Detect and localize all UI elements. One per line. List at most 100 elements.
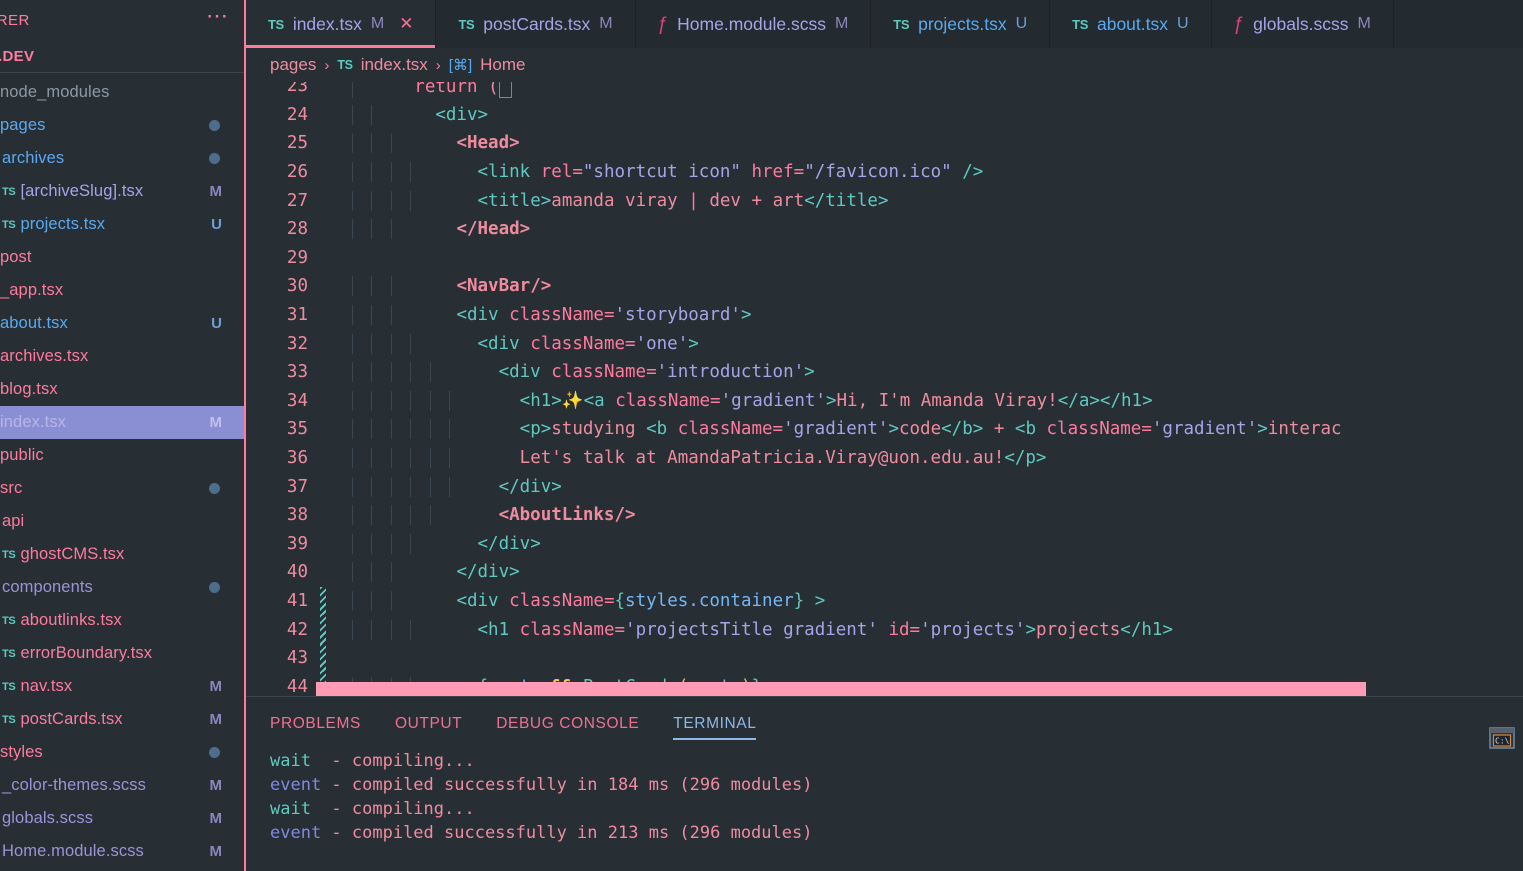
file-tree-item-label: aboutlinks.tsx (20, 611, 122, 629)
file-tree-item-blog-tsx[interactable]: blog.tsx (0, 373, 244, 406)
file-tree-item-about-tsx[interactable]: about.tsx U (0, 307, 244, 340)
ts-icon: TS (2, 614, 16, 627)
file-tree-item-styles[interactable]: styles (0, 736, 244, 769)
file-tree-item-public[interactable]: public (0, 439, 244, 472)
cmd-terminal-icon[interactable]: C:\ (1489, 727, 1515, 749)
editor-horizontal-scrollbar[interactable] (316, 682, 1523, 696)
file-tree-item-node-modules[interactable]: node_modules (0, 76, 244, 109)
file-tree-item-archives[interactable]: archives (0, 142, 244, 175)
file-tree-item-archives-tsx[interactable]: archives.tsx (0, 340, 244, 373)
editor-tab-projects-tsx[interactable]: TS projects.tsx U (871, 0, 1051, 48)
file-tree-item-index-tsx[interactable]: index.tsx M (0, 406, 244, 439)
panel-tab-debug-console[interactable]: DEBUG CONSOLE (496, 715, 653, 743)
indent-guide (351, 305, 353, 326)
breadcrumb-separator-icon: › (435, 56, 441, 74)
file-tree-item-label: src (0, 479, 23, 497)
code-token: <div> (435, 104, 489, 125)
line-number: 44 (286, 676, 308, 696)
file-tree-item-globals-scss[interactable]: globals.scss M (0, 802, 244, 835)
editor-tab-git-status: M (834, 15, 849, 32)
indent-guide (410, 362, 411, 383)
file-tree-item--color-themes-scss[interactable]: _color-themes.scss M (0, 769, 244, 802)
editor-tab-home-module-scss[interactable]: ƒ Home.module.scss M (635, 0, 872, 48)
folder-change-dot-icon (209, 153, 220, 164)
terminal-output[interactable]: wait - compiling... event - compiled succ… (246, 743, 1523, 845)
code-token: > (1025, 619, 1036, 640)
terminal-line-message: - compiling... (321, 799, 475, 819)
project-root-row[interactable]: DV.DEV (0, 40, 244, 73)
breadcrumb-symbol[interactable]: Home (480, 55, 525, 75)
code-token: </title> (804, 190, 889, 211)
file-tree-item-errorboundary-tsx[interactable]: TS errorBoundary.tsx (0, 637, 244, 670)
editor-tab-postcards-tsx[interactable]: TS postCards.tsx M (436, 0, 636, 48)
editor-tab-index-tsx[interactable]: TS index.tsx M ✕ (246, 0, 437, 48)
breadcrumb-folder[interactable]: pages (270, 55, 316, 75)
file-tree-item-pages[interactable]: pages (0, 109, 244, 142)
file-tree-item--archiveslug-tsx[interactable]: TS [archiveSlug].tsx M (0, 175, 244, 208)
file-tree-item-aboutlinks-tsx[interactable]: TS aboutlinks.tsx (0, 604, 244, 637)
code-token: = (1141, 419, 1152, 440)
indent-guide (390, 562, 392, 583)
code-token: + (983, 419, 1015, 440)
indent-guide (390, 162, 392, 183)
ts-icon: TS (893, 16, 910, 32)
close-icon[interactable]: ✕ (399, 14, 413, 34)
file-tree-item-home-module-scss[interactable]: Home.module.scss M (0, 835, 244, 868)
code-token: = (793, 162, 805, 183)
file-tree-item-projects-tsx[interactable]: TS projects.tsx U (0, 208, 244, 241)
code-token: <b (1014, 419, 1047, 440)
code-token: = (603, 305, 615, 326)
line-number: 36 (286, 448, 308, 469)
editor-tab-label: about.tsx (1096, 13, 1169, 34)
file-tree-item-nav-tsx[interactable]: TS nav.tsx M (0, 670, 244, 703)
terminal-line-message: - compiled successfully in 213 ms (296 m… (321, 823, 813, 843)
indent-guide (351, 476, 353, 497)
code-line-content: </Head> (330, 219, 1523, 240)
file-tree-item-api[interactable]: api (0, 505, 244, 538)
code-token: = (710, 390, 721, 411)
git-status-badge: M (209, 843, 223, 860)
git-status-badge: M (209, 711, 223, 728)
file-tree-item--app-tsx[interactable]: _app.tsx (0, 274, 244, 307)
indent-guide (351, 419, 353, 440)
editor-gutter (316, 415, 330, 444)
file-tree-item-ghostcms-tsx[interactable]: TS ghostCMS.tsx (0, 538, 244, 571)
indent-guide (371, 219, 372, 240)
editor-gutter (316, 101, 330, 130)
code-editor[interactable]: 23 return (24 <div> 25 <Head> 26 <link rel… (246, 82, 1523, 696)
code-token: <div (477, 333, 531, 354)
panel-tab-problems[interactable]: PROBLEMS (270, 715, 375, 743)
panel-tab-terminal[interactable]: TERMINAL (673, 715, 770, 743)
scrollbar-thumb[interactable] (316, 682, 1366, 696)
ts-icon: TS (2, 548, 16, 561)
indent-guide (390, 505, 392, 526)
file-tree-item-label: archives (2, 149, 65, 167)
ellipsis-icon[interactable]: ⋯ (206, 5, 230, 29)
code-token: </div> (456, 562, 520, 583)
file-tree-item-src[interactable]: src (0, 472, 244, 505)
editor-tab-globals-scss[interactable]: ƒ globals.scss M (1211, 0, 1394, 48)
indent-guide (390, 333, 392, 354)
file-tree-item-postcards-tsx[interactable]: TS postCards.tsx M (0, 703, 244, 736)
editor-area: TS index.tsx M ✕ TS postCards.tsx Mƒ Home.modul… (246, 0, 1523, 871)
indent-guide (351, 190, 353, 211)
code-token: <h1> (519, 390, 562, 411)
panel-tab-output[interactable]: OUTPUT (395, 715, 476, 743)
indent-guide (351, 219, 353, 240)
code-token: <p> (519, 419, 552, 440)
line-number: 34 (286, 390, 308, 411)
vscode-window: LORER ⋯ DV.DEV node_modulespagesarchives… (0, 0, 1523, 871)
file-tree-item-components[interactable]: components (0, 571, 244, 604)
code-line: 26 <link rel="shortcut icon" href="/favi… (246, 158, 1523, 187)
editor-gutter (316, 444, 330, 473)
file-tree-item-post[interactable]: post (0, 241, 244, 274)
file-tree-item-label: postCards.tsx (20, 710, 123, 728)
breadcrumb-file[interactable]: index.tsx (361, 55, 428, 75)
indent-guide (371, 190, 372, 211)
indent-guide (351, 505, 353, 526)
code-token: </Head> (456, 219, 531, 240)
editor-tab-about-tsx[interactable]: TS about.tsx U (1050, 0, 1212, 48)
